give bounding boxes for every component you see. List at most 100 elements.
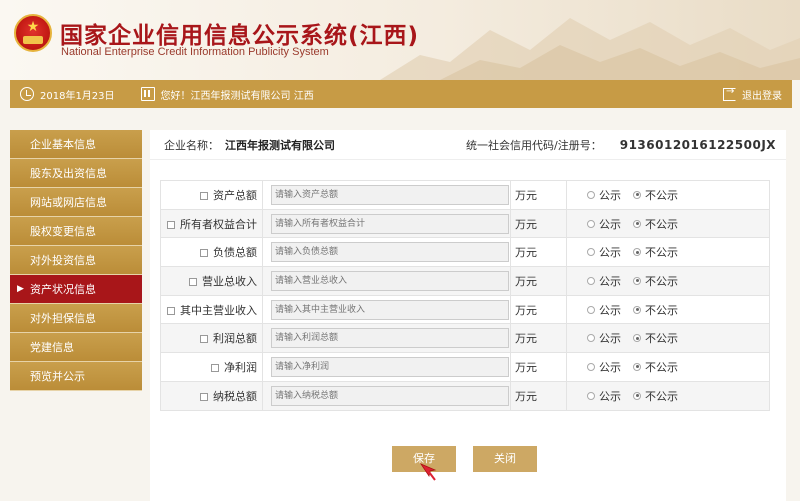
row-checkbox[interactable]	[189, 277, 197, 286]
private-radio[interactable]: 不公示	[633, 388, 678, 404]
field-label: 利润总额	[213, 332, 257, 346]
form-row: 利润总额 万元 公示不公示	[160, 323, 770, 354]
public-radio[interactable]: 公示	[587, 359, 621, 375]
unit-cell: 万元	[510, 352, 567, 382]
row-checkbox[interactable]	[200, 191, 208, 200]
row-checkbox[interactable]	[211, 363, 219, 372]
sidebar-item-preview[interactable]: 预览并公示	[10, 362, 142, 391]
form-row: 其中主营业收入 万元 公示不公示	[160, 294, 770, 325]
private-radio[interactable]: 不公示	[633, 359, 678, 375]
private-radio[interactable]: 不公示	[633, 244, 678, 260]
amount-input[interactable]	[271, 184, 509, 205]
amount-input[interactable]	[271, 213, 509, 234]
field-input-cell	[262, 294, 511, 325]
sidebar-item-guarantees[interactable]: 对外担保信息	[10, 304, 142, 333]
field-input-cell	[262, 208, 511, 239]
field-input-cell	[262, 323, 511, 354]
amount-input[interactable]	[271, 242, 509, 263]
field-label-cell: 营业总收入	[160, 266, 263, 296]
amount-input[interactable]	[271, 356, 509, 377]
amount-input[interactable]	[271, 385, 509, 406]
visibility-cell: 公示 不公示	[566, 208, 770, 239]
credit-code: 91360120161225​00JX	[619, 137, 777, 152]
radio-dot-icon	[587, 362, 595, 371]
unit-cell: 万元	[510, 380, 567, 411]
field-label: 负债总额	[213, 246, 257, 260]
amount-input[interactable]	[271, 328, 509, 349]
radio-dot-icon	[587, 391, 595, 400]
row-checkbox[interactable]	[200, 249, 208, 258]
user-greeting: 您好！江西年报测试有限公司 江西	[115, 87, 314, 102]
row-checkbox[interactable]	[167, 306, 175, 315]
field-label-cell: 其中主营业收入	[160, 294, 263, 325]
company-name: 江西年报测试有限公司	[225, 138, 335, 152]
amount-input[interactable]	[271, 299, 509, 320]
unit-label: 万元	[515, 217, 537, 231]
field-label: 其中主营业收入	[180, 303, 257, 317]
unit-cell: 万元	[510, 266, 567, 296]
logout-button[interactable]: 退出登录	[723, 86, 782, 102]
company-name-label: 企业名称：	[164, 138, 219, 152]
field-label-cell: 负债总额	[160, 237, 263, 268]
field-label-cell: 所有者权益合计	[160, 208, 263, 239]
radio-dot-icon	[587, 305, 595, 314]
radio-dot-icon	[587, 334, 595, 343]
private-radio[interactable]: 不公示	[633, 216, 678, 232]
sidebar-item-investments[interactable]: 对外投资信息	[10, 246, 142, 275]
radio-dot-icon	[587, 190, 595, 199]
date-display: 2018年1月23日	[10, 87, 115, 102]
public-radio[interactable]: 公示	[587, 187, 621, 203]
unit-label: 万元	[515, 332, 537, 346]
visibility-cell: 公示 不公示	[566, 352, 770, 382]
public-radio[interactable]: 公示	[587, 330, 621, 346]
sidebar-item-assets[interactable]: ▶ 资产状况信息	[10, 275, 142, 304]
visibility-cell: 公示 不公示	[566, 237, 770, 268]
radio-dot-selected-icon	[633, 334, 641, 343]
private-radio[interactable]: 不公示	[633, 273, 678, 289]
clock-icon	[20, 87, 34, 101]
close-button[interactable]: 关闭	[473, 446, 537, 472]
form-row: 资产总额 万元 公示不公示	[160, 180, 770, 210]
site-title: 国家企业信用信息公示系统(江西)	[60, 23, 420, 49]
public-radio[interactable]: 公示	[587, 302, 621, 318]
radio-dot-selected-icon	[633, 362, 641, 371]
field-input-cell	[262, 380, 511, 411]
private-radio[interactable]: 不公示	[633, 187, 678, 203]
visibility-cell: 公示 不公示	[566, 294, 770, 325]
row-checkbox[interactable]	[200, 392, 208, 401]
private-radio[interactable]: 不公示	[633, 330, 678, 346]
unit-label: 万元	[515, 274, 537, 288]
unit-cell: 万元	[510, 208, 567, 239]
sidebar-item-equity-changes[interactable]: 股权变更信息	[10, 217, 142, 246]
private-radio[interactable]: 不公示	[633, 302, 678, 318]
public-radio[interactable]: 公示	[587, 388, 621, 404]
sidebar-item-basic-info[interactable]: 企业基本信息	[10, 130, 142, 159]
sidebar-nav: 企业基本信息 股东及出资信息 网站或网店信息 股权变更信息 对外投资信息 ▶ 资产…	[10, 130, 142, 391]
field-input-cell	[262, 352, 511, 382]
form-row: 所有者权益合计 万元 公示不公示	[160, 208, 770, 239]
site-header: ★ 国家企业信用信息公示系统(江西) National Enterprise C…	[0, 0, 800, 80]
public-radio[interactable]: 公示	[587, 273, 621, 289]
amount-input[interactable]	[271, 270, 509, 291]
mouse-cursor-icon	[419, 463, 437, 481]
field-label-cell: 净利润	[160, 352, 263, 382]
unit-cell: 万元	[510, 323, 567, 354]
radio-dot-icon	[587, 276, 595, 285]
radio-dot-selected-icon	[633, 276, 641, 285]
sidebar-item-shareholders[interactable]: 股东及出资信息	[10, 159, 142, 188]
row-checkbox[interactable]	[167, 220, 175, 229]
field-label: 纳税总额	[213, 389, 257, 403]
field-input-cell	[262, 237, 511, 268]
unit-label: 万元	[515, 303, 537, 317]
field-label-cell: 资产总额	[160, 180, 263, 210]
public-radio[interactable]: 公示	[587, 244, 621, 260]
visibility-cell: 公示 不公示	[566, 180, 770, 210]
credit-code-label: 统一社会信用代码/注册号：	[466, 138, 602, 152]
public-radio[interactable]: 公示	[587, 216, 621, 232]
form-row: 营业总收入 万元 公示不公示	[160, 266, 770, 296]
sidebar-item-websites[interactable]: 网站或网店信息	[10, 188, 142, 217]
radio-dot-selected-icon	[633, 391, 641, 400]
sidebar-item-party[interactable]: 党建信息	[10, 333, 142, 362]
row-checkbox[interactable]	[200, 335, 208, 344]
form-row: 净利润 万元 公示不公示	[160, 352, 770, 382]
